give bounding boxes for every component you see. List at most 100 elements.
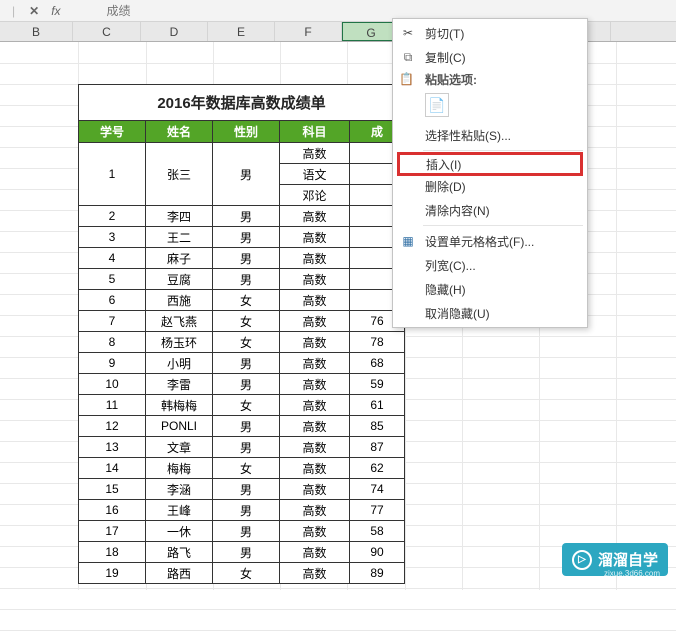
cell-xuehao[interactable]: 9 (79, 353, 146, 374)
cell-xingming[interactable]: 路飞 (146, 542, 213, 563)
cell-xingming[interactable]: 王峰 (146, 500, 213, 521)
cell-xuehao[interactable]: 18 (79, 542, 146, 563)
cell-xingbie[interactable]: 男 (213, 227, 280, 248)
cell-xingming[interactable]: 韩梅梅 (146, 395, 213, 416)
column-header-D[interactable]: D (141, 22, 208, 41)
cell-xingbie[interactable]: 男 (213, 143, 280, 206)
cell-kemu[interactable]: 高数 (280, 269, 350, 290)
cell-xuehao[interactable]: 17 (79, 521, 146, 542)
cell-xingming[interactable]: 一休 (146, 521, 213, 542)
cell-xingming[interactable]: 小明 (146, 353, 213, 374)
cell-xuehao[interactable]: 19 (79, 563, 146, 584)
cell-kemu[interactable]: 高数 (280, 143, 350, 164)
cell-kemu[interactable]: 高数 (280, 458, 350, 479)
cancel-icon[interactable]: ✕ (29, 4, 39, 18)
cell-xingming[interactable]: 李涵 (146, 479, 213, 500)
column-header-C[interactable]: C (73, 22, 141, 41)
paste-option-default[interactable]: 📄 (425, 93, 449, 117)
cell-chengji[interactable]: 74 (350, 479, 405, 500)
cell-kemu[interactable]: 高数 (280, 521, 350, 542)
cell-xingbie[interactable]: 男 (213, 269, 280, 290)
cell-xuehao[interactable]: 2 (79, 206, 146, 227)
cell-xingbie[interactable]: 男 (213, 374, 280, 395)
cell-xuehao[interactable]: 15 (79, 479, 146, 500)
cell-xuehao[interactable]: 5 (79, 269, 146, 290)
cell-xuehao[interactable]: 13 (79, 437, 146, 458)
cell-kemu[interactable]: 高数 (280, 500, 350, 521)
cell-chengji[interactable]: 68 (350, 353, 405, 374)
cell-xingbie[interactable]: 女 (213, 395, 280, 416)
cell-xingming[interactable]: 文章 (146, 437, 213, 458)
cell-xingbie[interactable]: 男 (213, 521, 280, 542)
menu-delete[interactable]: 删除(D) (393, 174, 587, 198)
cell-chengji[interactable]: 59 (350, 374, 405, 395)
cell-xingbie[interactable]: 男 (213, 500, 280, 521)
cell-xuehao[interactable]: 6 (79, 290, 146, 311)
cell-xuehao[interactable]: 1 (79, 143, 146, 206)
menu-copy[interactable]: ⧉ 复制(C) (393, 45, 587, 69)
cell-xingbie[interactable]: 男 (213, 479, 280, 500)
cell-chengji[interactable]: 61 (350, 395, 405, 416)
menu-format-cells[interactable]: ▦ 设置单元格格式(F)... (393, 229, 587, 253)
menu-unhide[interactable]: 取消隐藏(U) (393, 301, 587, 325)
cell-xingming[interactable]: 杨玉环 (146, 332, 213, 353)
cell-xingming[interactable]: 梅梅 (146, 458, 213, 479)
cell-xingbie[interactable]: 男 (213, 416, 280, 437)
cell-kemu[interactable]: 高数 (280, 479, 350, 500)
cell-xingbie[interactable]: 男 (213, 437, 280, 458)
cell-xingming[interactable]: 张三 (146, 143, 213, 206)
menu-column-width[interactable]: 列宽(C)... (393, 253, 587, 277)
fx-icon[interactable]: fx (51, 4, 60, 18)
cell-xingming[interactable]: 赵飞燕 (146, 311, 213, 332)
cell-chengji[interactable]: 77 (350, 500, 405, 521)
cell-xingbie[interactable]: 男 (213, 206, 280, 227)
cell-kemu[interactable]: 高数 (280, 206, 350, 227)
menu-insert[interactable]: 插入(I) (397, 152, 583, 176)
cell-xuehao[interactable]: 11 (79, 395, 146, 416)
cell-chengji[interactable]: 78 (350, 332, 405, 353)
cell-kemu[interactable]: 高数 (280, 542, 350, 563)
cell-kemu[interactable]: 高数 (280, 563, 350, 584)
cell-xuehao[interactable]: 12 (79, 416, 146, 437)
cell-xuehao[interactable]: 3 (79, 227, 146, 248)
cell-xuehao[interactable]: 8 (79, 332, 146, 353)
menu-cut[interactable]: ✂ 剪切(T) (393, 21, 587, 45)
cell-xingbie[interactable]: 女 (213, 563, 280, 584)
cell-xingming[interactable]: 豆腐 (146, 269, 213, 290)
cell-xingming[interactable]: 麻子 (146, 248, 213, 269)
cell-xuehao[interactable]: 16 (79, 500, 146, 521)
cell-kemu[interactable]: 高数 (280, 374, 350, 395)
cell-xuehao[interactable]: 7 (79, 311, 146, 332)
cell-kemu[interactable]: 高数 (280, 332, 350, 353)
cell-xuehao[interactable]: 4 (79, 248, 146, 269)
menu-paste-special[interactable]: 选择性粘贴(S)... (393, 123, 587, 147)
cell-chengji[interactable]: 89 (350, 563, 405, 584)
cell-xingming[interactable]: 西施 (146, 290, 213, 311)
formula-value[interactable]: 成绩 (107, 2, 131, 19)
cell-chengji[interactable]: 90 (350, 542, 405, 563)
cell-xingming[interactable]: 王二 (146, 227, 213, 248)
cell-xingbie[interactable]: 男 (213, 353, 280, 374)
cell-xingbie[interactable]: 男 (213, 248, 280, 269)
cell-chengji[interactable]: 87 (350, 437, 405, 458)
cell-kemu[interactable]: 邓论 (280, 185, 350, 206)
cell-kemu[interactable]: 高数 (280, 416, 350, 437)
cell-kemu[interactable]: 高数 (280, 353, 350, 374)
column-header-F[interactable]: F (275, 22, 342, 41)
cell-xingbie[interactable]: 男 (213, 542, 280, 563)
cell-xingming[interactable]: 路西 (146, 563, 213, 584)
cell-xingbie[interactable]: 女 (213, 458, 280, 479)
cell-chengji[interactable]: 58 (350, 521, 405, 542)
cell-xingming[interactable]: 李四 (146, 206, 213, 227)
column-header-B[interactable]: B (0, 22, 73, 41)
cell-kemu[interactable]: 语文 (280, 164, 350, 185)
cell-xuehao[interactable]: 14 (79, 458, 146, 479)
menu-hide[interactable]: 隐藏(H) (393, 277, 587, 301)
menu-clear-contents[interactable]: 清除内容(N) (393, 198, 587, 222)
cell-kemu[interactable]: 高数 (280, 227, 350, 248)
cell-xingbie[interactable]: 女 (213, 311, 280, 332)
column-header-E[interactable]: E (208, 22, 275, 41)
cell-chengji[interactable]: 85 (350, 416, 405, 437)
cell-kemu[interactable]: 高数 (280, 311, 350, 332)
cell-kemu[interactable]: 高数 (280, 248, 350, 269)
